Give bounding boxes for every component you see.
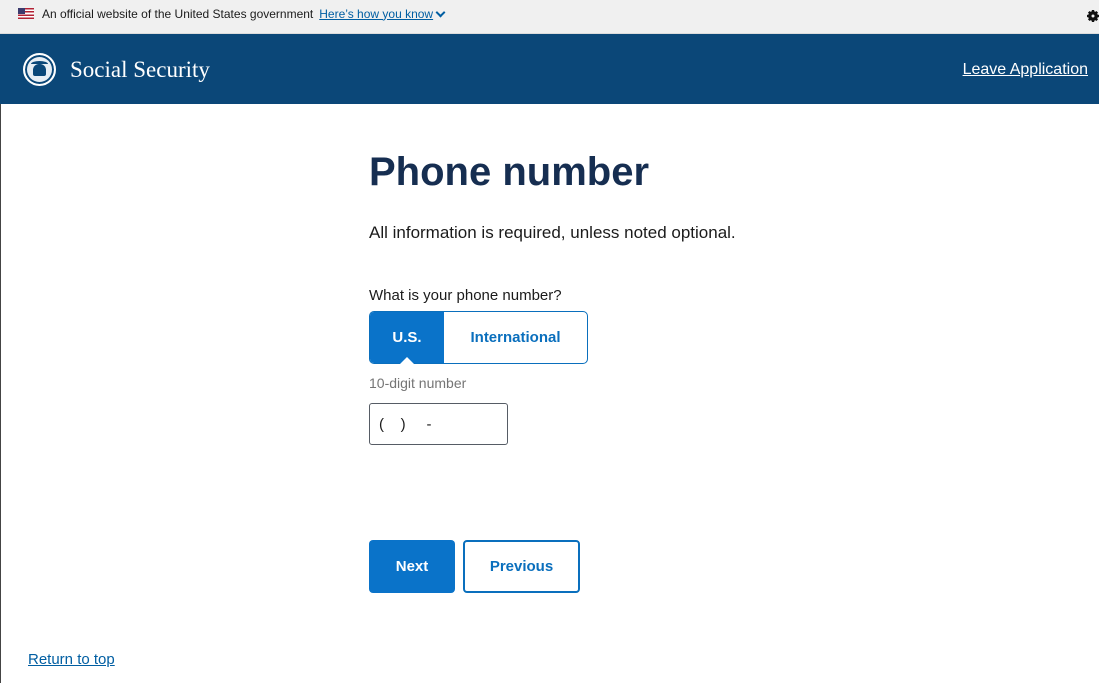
site-header: Social Security Leave Application (0, 34, 1099, 104)
chevron-down-icon (435, 7, 446, 17)
phone-hint: 10-digit number (369, 375, 467, 391)
page-title: Phone number (369, 150, 650, 194)
toggle-international-button[interactable]: International (444, 312, 587, 363)
next-button[interactable]: Next (369, 540, 455, 593)
heres-how-you-know-link[interactable]: Here’s how you know (319, 6, 446, 21)
toggle-us-button[interactable]: U.S. (370, 312, 444, 364)
gov-banner-text: An official website of the United States… (42, 6, 314, 21)
return-to-top-link[interactable]: Return to top (28, 651, 115, 668)
page-intro: All information is required, unless note… (369, 223, 736, 242)
previous-button[interactable]: Previous (463, 540, 580, 593)
gov-banner: An official website of the United States… (0, 0, 1099, 34)
gear-icon[interactable] (1087, 10, 1099, 22)
site-title: Social Security (70, 57, 210, 82)
leave-application-link[interactable]: Leave Application (963, 61, 1088, 79)
heres-how-you-know-label: Here’s how you know (319, 6, 434, 21)
ssa-seal-icon (23, 53, 56, 86)
us-flag-icon (18, 8, 34, 19)
phone-question-label: What is your phone number? (369, 287, 562, 304)
phone-input[interactable]: ( ) - (369, 403, 508, 445)
phone-input-value: ( ) - (379, 415, 432, 433)
phone-type-toggle: U.S. International (369, 311, 588, 364)
